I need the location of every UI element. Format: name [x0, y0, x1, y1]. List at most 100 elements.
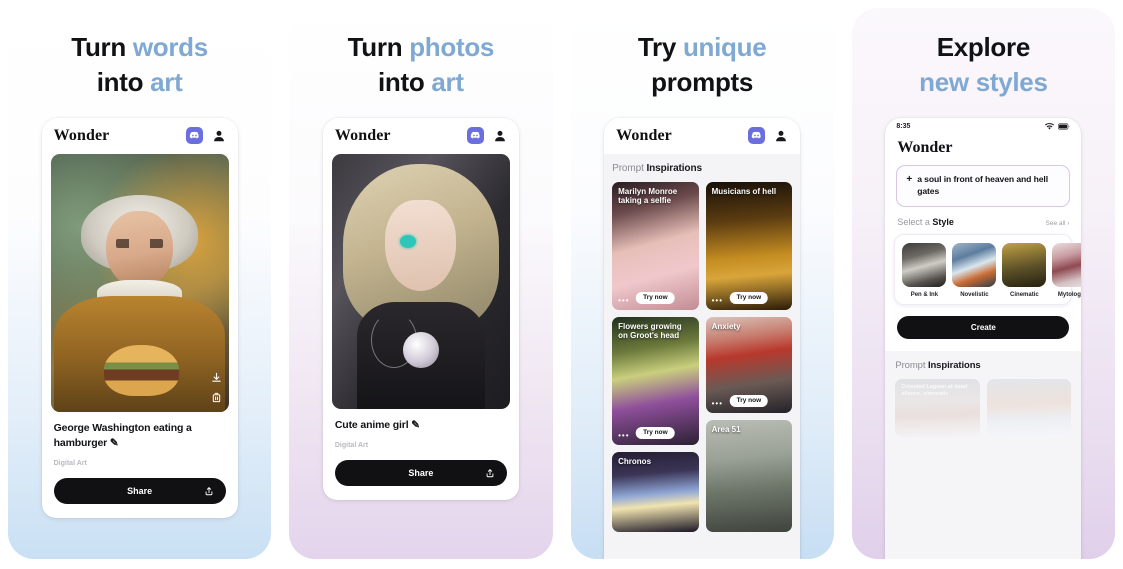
generated-artwork-2[interactable]	[331, 153, 510, 409]
inspiration-caption: Marilyn Monroe taking a selfie	[618, 186, 678, 206]
style-name: Pen & Ink	[910, 291, 939, 298]
battery-icon	[1058, 123, 1070, 130]
headline-line1-plain: Explore	[936, 32, 1031, 62]
share-button-label: Share	[408, 467, 434, 478]
headline-line2-accent: new styles	[919, 67, 1048, 98]
prompt-inspirations-heading: Prompt Inspirations	[612, 163, 792, 174]
inspirations-grid: Crowded Lagoon at dead silence, cinemati…	[895, 378, 1072, 437]
artwork-meta-1: George Washington eating a hamburger ✎ D…	[42, 412, 238, 467]
style-label-prefix: Select a	[897, 216, 933, 227]
style-option-pen-and-ink[interactable]: Pen & Ink	[902, 242, 947, 298]
person-icon[interactable]	[493, 129, 507, 143]
inspiration-caption: Chronos	[618, 456, 652, 466]
style-option-novelistic[interactable]: Novelistic	[952, 242, 997, 298]
screenshot-panel-1: Turn words into art Wonder George Washin…	[8, 8, 272, 559]
inspirations-grid: Marilyn Monroe taking a selfie ••• Try n…	[612, 181, 793, 532]
discord-icon[interactable]	[185, 127, 203, 145]
artwork-title: Cute anime girl ✎	[334, 418, 420, 431]
status-time: 8:35	[896, 122, 911, 130]
inspiration-card[interactable]: Flowers growing on Groot's head ••• Try …	[612, 316, 699, 445]
status-bar: 8:35	[885, 118, 1081, 135]
more-options-icon[interactable]: •••	[618, 296, 629, 305]
phone-mockup-2: Wonder Cute anime girl ✎ Digital Art Sha…	[322, 117, 519, 500]
inspiration-caption: Musicians of hell	[711, 186, 777, 196]
style-thumbnail	[1052, 242, 1082, 287]
create-button[interactable]: Create	[897, 315, 1070, 339]
panel-3-headline: Try unique prompts	[637, 30, 767, 101]
inspiration-caption: Area 51	[711, 424, 741, 434]
artwork-style-label: Digital Art	[334, 441, 369, 449]
style-thumbnail	[952, 242, 997, 287]
style-selector: Pen & Ink Novelistic Cinematic Mytologic…	[894, 233, 1082, 305]
headline-line2-plain: into	[96, 67, 151, 98]
phone-mockup-1: Wonder George Washington eating a hambur…	[41, 117, 238, 518]
headline-line2-accent: art	[431, 67, 464, 98]
try-now-button[interactable]: Try now	[636, 426, 675, 439]
style-option-mytological[interactable]: Mytological	[1052, 242, 1082, 298]
share-button-label: Share	[127, 485, 153, 496]
inspiration-card[interactable]: Marilyn Monroe taking a selfie ••• Try n…	[612, 181, 699, 310]
more-options-icon[interactable]: •••	[712, 399, 723, 408]
panel-4-headline: Explore new styles	[919, 30, 1048, 101]
headline-line2-accent: art	[150, 67, 183, 98]
headline-line1-accent: unique	[682, 32, 767, 62]
wifi-icon	[1045, 122, 1055, 130]
try-now-button[interactable]: Try now	[636, 291, 675, 304]
headline-line2-plain: into	[378, 67, 432, 98]
add-prompt-icon: +	[906, 173, 913, 185]
artwork-tools	[210, 371, 223, 404]
see-all-styles-link[interactable]: See all ›	[1046, 220, 1070, 227]
share-button[interactable]: Share	[334, 459, 507, 486]
phone-mockup-3: Wonder Prompt Inspirations Marilyn Monro…	[604, 117, 801, 559]
discord-icon[interactable]	[748, 127, 766, 145]
generated-artwork-1[interactable]	[50, 153, 229, 412]
app-brand-logo: Wonder	[334, 126, 391, 144]
inspiration-card[interactable]: Chronos	[612, 451, 699, 532]
inspirations-bold: Inspirations	[646, 162, 702, 174]
person-icon[interactable]	[774, 129, 788, 143]
inspirations-bold: Inspirations	[927, 359, 981, 371]
style-thumbnail	[902, 242, 947, 287]
inspiration-card[interactable]: Area 51	[705, 419, 793, 532]
inspiration-caption: Anxiety	[711, 321, 741, 331]
inspirations-prefix: Prompt	[612, 162, 647, 174]
inspiration-card[interactable]: Crowded Lagoon at dead silence, cinemati…	[895, 378, 980, 437]
prompt-input[interactable]: + a soul in front of heaven and hell gat…	[896, 164, 1071, 207]
trash-icon[interactable]	[210, 391, 223, 404]
app-brand-logo: Wonder	[53, 126, 110, 144]
artwork-title: George Washington eating a hamburger ✎	[53, 421, 192, 449]
panel-2-headline: Turn photos into art	[348, 30, 495, 101]
style-section-header: Select a Style See all ›	[897, 217, 1069, 227]
inspiration-card[interactable]: Musicians of hell ••• Try now	[705, 181, 793, 310]
style-name: Cinematic	[1010, 291, 1039, 298]
headline-line1-plain: Try	[637, 32, 683, 62]
prompt-input-value: a soul in front of heaven and hell gates	[917, 173, 1048, 197]
headline-line1-accent: words	[132, 32, 208, 62]
app-brand-logo: Wonder	[616, 126, 672, 144]
share-icon	[485, 468, 495, 478]
phone-mockup-4: 8:35 Wonder + a soul in front of heaven …	[885, 117, 1082, 559]
inspiration-card[interactable]	[986, 378, 1072, 437]
create-button-label: Create	[970, 322, 996, 332]
style-name: Mytological	[1057, 291, 1082, 298]
inspiration-card[interactable]: Anxiety ••• Try now	[705, 316, 793, 413]
headline-line2-plain: prompts	[651, 67, 754, 98]
more-options-icon[interactable]: •••	[712, 296, 723, 305]
discord-icon[interactable]	[466, 127, 484, 145]
style-option-cinematic[interactable]: Cinematic	[1002, 242, 1047, 298]
headline-line1-plain: Turn	[71, 32, 133, 62]
style-name: Novelistic	[960, 291, 989, 298]
share-button[interactable]: Share	[53, 477, 226, 504]
inspirations-column-left: Marilyn Monroe taking a selfie ••• Try n…	[612, 181, 699, 532]
try-now-button[interactable]: Try now	[729, 394, 769, 407]
inspiration-caption: Flowers growing on Groot's head	[618, 321, 682, 341]
app-bar: Wonder	[41, 117, 238, 154]
person-icon[interactable]	[212, 129, 226, 143]
style-thumbnail	[1002, 242, 1047, 287]
try-now-button[interactable]: Try now	[729, 291, 769, 304]
download-icon[interactable]	[210, 371, 223, 384]
app-brand-logo: Wonder	[897, 138, 953, 156]
share-icon	[204, 486, 214, 496]
more-options-icon[interactable]: •••	[618, 431, 629, 440]
artwork-style-label: Digital Art	[53, 459, 87, 467]
